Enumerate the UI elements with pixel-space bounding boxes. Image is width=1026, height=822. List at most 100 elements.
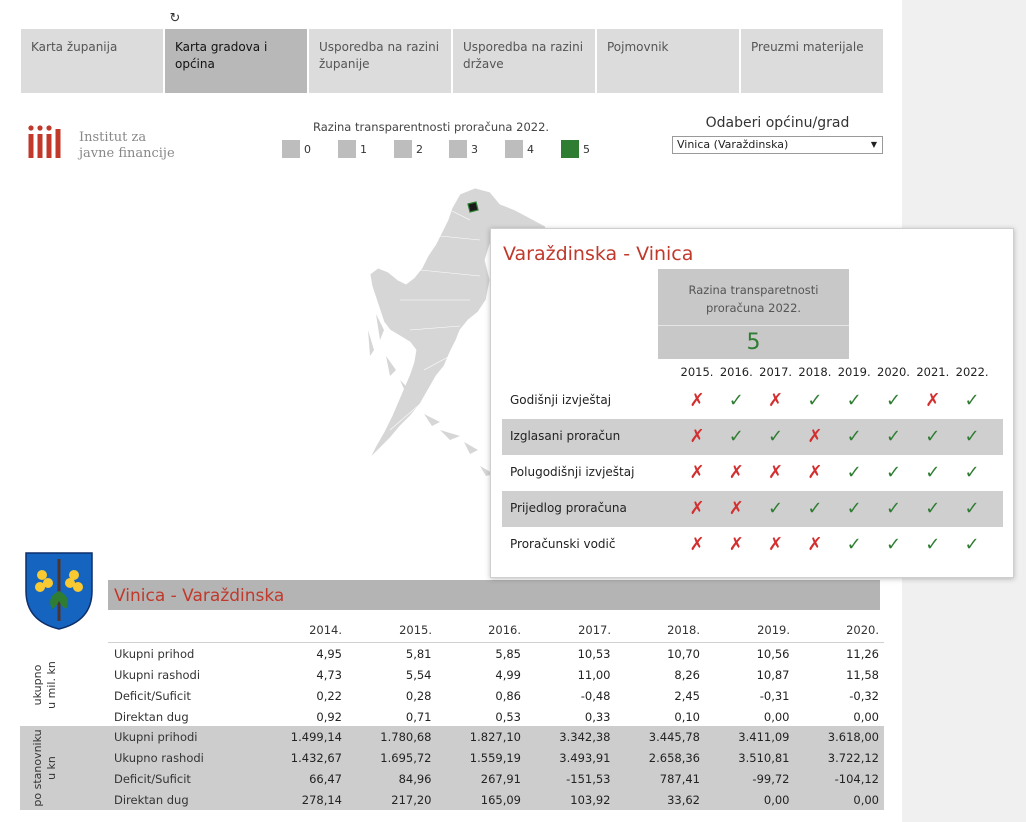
- year-header: 2014.: [309, 623, 342, 637]
- legend-swatch: [338, 140, 356, 158]
- finance-cell: -104,12: [834, 772, 879, 786]
- cross-icon: ✗: [768, 534, 784, 555]
- check-icon: ✓: [964, 426, 980, 447]
- finance-row: Ukupno rashodi 1.432,67 1.695,72 1.559,19 3.…: [108, 747, 884, 768]
- finance-cell: 10,87: [756, 668, 790, 682]
- tab-usporedba-zupanije[interactable]: Usporedba na razini županije: [309, 29, 451, 93]
- finance-cell: -0,32: [849, 689, 879, 703]
- coat-of-arms-image: [25, 552, 93, 630]
- finance-cell: 0,86: [495, 689, 521, 703]
- finance-cell: 0,00: [763, 710, 790, 724]
- finance-cell: 1.432,67: [290, 751, 342, 765]
- finance-cell: 4,95: [316, 647, 342, 661]
- finance-cell: 66,47: [309, 772, 342, 786]
- finance-cell: 0,10: [674, 710, 700, 724]
- tab-preuzmi-materijale[interactable]: Preuzmi materijale: [741, 29, 883, 93]
- finance-row-label: Deficit/Suficit: [114, 772, 191, 786]
- cross-icon: ✗: [689, 462, 705, 483]
- finance-cell: 3.411,09: [738, 730, 790, 744]
- check-icon: ✓: [885, 390, 902, 411]
- finance-group-label-text: ukupno u mil. kn: [31, 661, 59, 709]
- caret-down-icon: ▼: [870, 140, 877, 149]
- tab-pojmovnik[interactable]: Pojmovnik: [597, 29, 739, 93]
- legend-label: 1: [360, 143, 367, 156]
- finance-cell: 165,09: [480, 793, 521, 807]
- finance-cell: 278,14: [301, 793, 342, 807]
- check-icon: ✓: [925, 498, 941, 519]
- finance-cell: 787,41: [659, 772, 700, 786]
- tooltip-year: 2019.: [837, 365, 871, 379]
- finance-cell: 0,92: [316, 710, 342, 724]
- finance-cell: -0,48: [580, 689, 611, 703]
- finance-row: Ukupni rashodi 4,73 5,54 4,99 11,00 8,26 10,87…: [108, 664, 884, 685]
- finance-cell: 11,26: [846, 647, 879, 661]
- cross-icon: ✗: [728, 534, 744, 555]
- finance-cell: 1.499,14: [290, 730, 342, 744]
- tab-usporedba-drzave[interactable]: Usporedba na razini države: [453, 29, 595, 93]
- group-label-line: po stanovniku: [31, 729, 44, 807]
- finance-group: po stanovniku u kn Ukupni prihodi 1.499,14 1…: [20, 726, 884, 810]
- finance-cell: 1.559,19: [469, 751, 521, 765]
- year-header: 2015.: [399, 623, 432, 637]
- tooltip-row-label: Izglasani proračun: [510, 429, 621, 443]
- legend-swatch: [282, 140, 300, 158]
- tab-karta-zupanija[interactable]: Karta županija: [21, 29, 163, 93]
- group-label-line: u mil. kn: [45, 661, 58, 709]
- cross-icon: ✗: [807, 462, 823, 483]
- check-icon: ✓: [846, 426, 862, 447]
- finance-cell: 0,00: [853, 793, 879, 807]
- legend-title: Razina transparentnosti proračuna 2022.: [313, 120, 550, 134]
- finance-cell: 0,00: [853, 710, 879, 724]
- logo-text: Institut za javne financije: [79, 130, 175, 161]
- finance-row-label: Ukupni prihod: [114, 647, 195, 661]
- tooltip-row: Prijedlog proračuna ✗ ✗ ✓ ✓ ✓ ✓ ✓ ✓: [502, 491, 1003, 527]
- selector-title: Odaberi općinu/grad: [705, 115, 850, 131]
- tab-karta-gradova[interactable]: Karta gradova i općina: [165, 29, 307, 93]
- check-icon: ✓: [728, 426, 744, 447]
- check-icon: ✓: [885, 426, 902, 447]
- finance-cell: 4,99: [495, 668, 521, 682]
- finance-row: Deficit/Suficit 66,47 84,96 267,91 -151,53 78…: [108, 768, 884, 789]
- finance-group: ukupno u mil. kn Ukupni prihod 4,95 5,81 5,85…: [20, 643, 884, 727]
- year-header: 2018.: [667, 623, 700, 637]
- tooltip-year: 2018.: [798, 365, 832, 379]
- finance-cell: 3.510,81: [738, 751, 790, 765]
- check-icon: ✓: [925, 534, 941, 555]
- finance-cell: 0,28: [405, 689, 432, 703]
- municipality-select-value: Vinica (Varaždinska): [677, 138, 789, 151]
- cross-icon: ✗: [689, 534, 705, 555]
- finance-cell: 3.493,91: [559, 751, 611, 765]
- finance-cell: 217,20: [391, 793, 432, 807]
- finance-cell: 33,62: [667, 793, 700, 807]
- finance-cell: 0,53: [495, 710, 521, 724]
- institute-logo: Institut za javne financije: [26, 124, 176, 164]
- tooltip-year: 2017.: [759, 365, 793, 379]
- finance-cell: 0,33: [584, 710, 611, 724]
- check-icon: ✓: [964, 390, 980, 411]
- finance-cell: 3.722,12: [827, 751, 879, 765]
- finance-row-label: Direktan dug: [114, 793, 189, 807]
- check-icon: ✓: [885, 534, 902, 555]
- finance-group-label: ukupno u mil. kn: [20, 643, 70, 727]
- tooltip-row: Izglasani proračun ✗ ✓ ✓ ✗ ✓ ✓ ✓ ✓: [502, 419, 1003, 455]
- cross-icon: ✗: [768, 462, 784, 483]
- check-icon: ✓: [807, 390, 823, 411]
- finance-row-label: Ukupni rashodi: [114, 668, 201, 682]
- cross-icon: ✗: [925, 390, 941, 411]
- finance-cell: 1.695,72: [380, 751, 432, 765]
- legend-swatch: [505, 140, 523, 158]
- legend-label: 3: [471, 143, 478, 156]
- refresh-icon[interactable]: ↻: [168, 12, 182, 26]
- finance-row-label: Deficit/Suficit: [114, 689, 191, 703]
- tooltip-year: 2016.: [719, 365, 753, 379]
- cross-icon: ✗: [689, 426, 705, 447]
- legend-label: 2: [416, 143, 423, 156]
- group-label-line: u kn: [45, 756, 58, 780]
- year-header: 2016.: [488, 623, 521, 637]
- dashboard-page: ↻ Karta županija Karta gradova i općina …: [0, 0, 1014, 822]
- finance-row: Deficit/Suficit 0,22 0,28 0,86 -0,48 2,45 -0,3…: [108, 685, 884, 706]
- finance-cell: 2.658,36: [648, 751, 700, 765]
- municipality-select[interactable]: Vinica (Varaždinska) ▼: [672, 136, 883, 154]
- finance-row-label: Ukupni prihodi: [114, 730, 198, 744]
- finance-cell: 1.827,10: [469, 730, 521, 744]
